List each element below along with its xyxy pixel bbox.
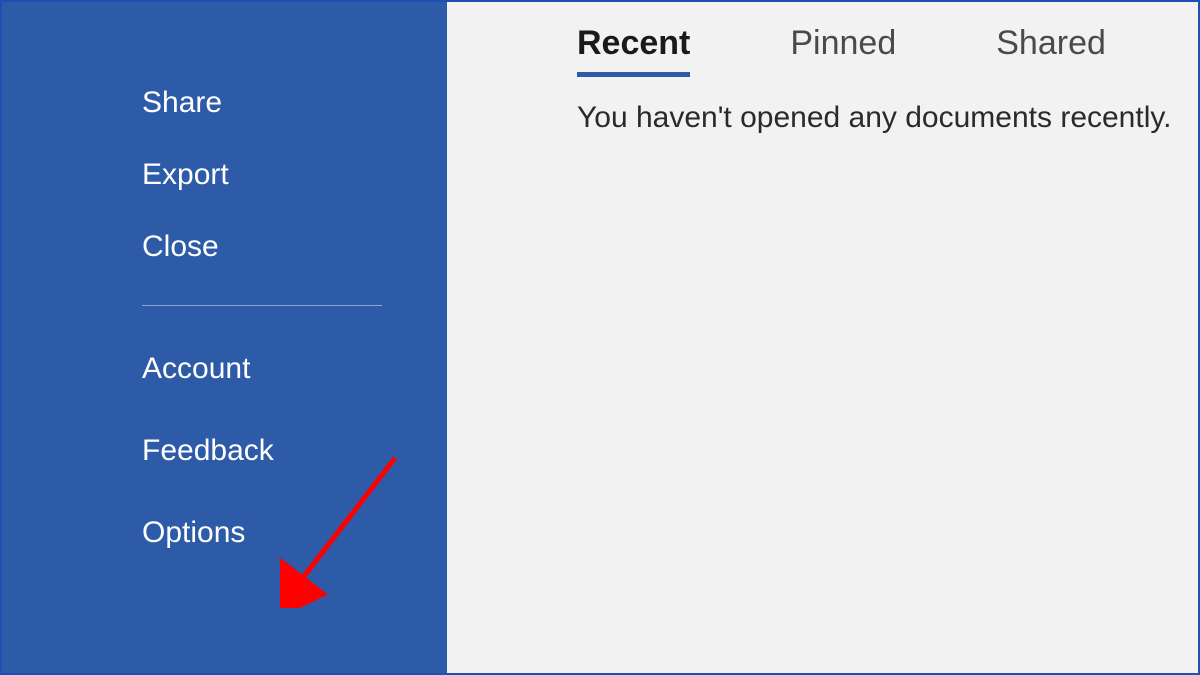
sidebar-item-label: Close: [142, 230, 219, 263]
sidebar-item-account[interactable]: Account: [142, 328, 447, 410]
sidebar-item-label: Export: [142, 158, 229, 191]
sidebar-divider: [142, 305, 382, 306]
sidebar-item-options[interactable]: Options: [142, 492, 447, 574]
sidebar-item-label: Feedback: [142, 434, 274, 467]
sidebar-group-1: Share Export Close: [142, 67, 447, 283]
sidebar-item-label: Account: [142, 352, 250, 385]
sidebar-item-label: Share: [142, 86, 222, 119]
tab-shared[interactable]: Shared: [996, 24, 1106, 73]
sidebar-item-share[interactable]: Share: [142, 67, 447, 139]
main-content: Recent Pinned Shared You haven't opened …: [447, 2, 1198, 673]
sidebar-item-export[interactable]: Export: [142, 139, 447, 211]
sidebar-group-2: Account Feedback Options: [142, 328, 447, 574]
empty-state-message: You haven't opened any documents recentl…: [577, 101, 1198, 135]
sidebar-item-close[interactable]: Close: [142, 211, 447, 283]
tab-pinned[interactable]: Pinned: [790, 24, 896, 73]
tab-recent[interactable]: Recent: [577, 24, 690, 73]
tab-label: Recent: [577, 24, 690, 62]
sidebar-item-label: Options: [142, 516, 245, 549]
tab-label: Pinned: [790, 24, 896, 62]
backstage-container: Share Export Close Account Feedback Opti…: [2, 2, 1198, 673]
document-tabs: Recent Pinned Shared: [577, 24, 1198, 73]
sidebar-item-feedback[interactable]: Feedback: [142, 410, 447, 492]
sidebar: Share Export Close Account Feedback Opti…: [2, 2, 447, 673]
tab-label: Shared: [996, 24, 1106, 62]
